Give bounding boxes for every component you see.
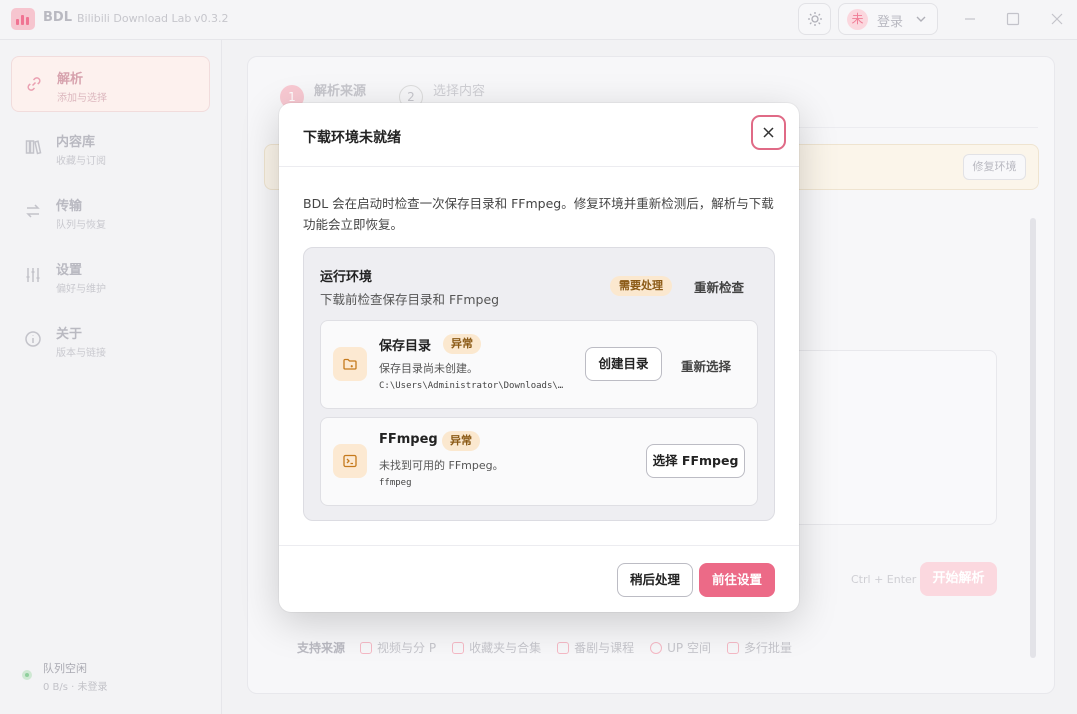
transfer-icon xyxy=(26,204,40,218)
dialog-close-button[interactable] xyxy=(751,115,786,150)
sidebar-item-library[interactable]: 内容库 收藏与订阅 xyxy=(11,120,210,176)
sidebar-item-title: 设置 xyxy=(56,263,83,278)
dialog-title: 下载环境未就绪 xyxy=(303,130,401,146)
sidebar-item-subtitle: 收藏与订阅 xyxy=(56,156,106,167)
env-panel-subtitle: 下载前检查保存目录和 FFmpeg xyxy=(320,292,500,307)
app-name: BDL xyxy=(43,10,72,25)
source-item-bangumi: 番剧与课程 xyxy=(557,639,634,656)
item-path: ffmpeg xyxy=(379,478,412,488)
item-title: 保存目录 xyxy=(379,339,432,354)
save-directory-item: 保存目录 异常 保存目录尚未创建。 C:\Users\Administrator… xyxy=(320,320,758,409)
env-panel-title: 运行环境 xyxy=(320,270,373,285)
sliders-icon xyxy=(26,268,40,282)
sun-icon xyxy=(808,12,822,26)
bookmark-icon xyxy=(452,641,465,654)
source-item-favorites: 收藏夹与合集 xyxy=(452,639,541,656)
item-icon-box xyxy=(333,347,367,381)
reselect-directory-button[interactable]: 重新选择 xyxy=(681,356,731,375)
ffmpeg-item: FFmpeg 异常 未找到可用的 FFmpeg。 ffmpeg 选择 FFmpe… xyxy=(320,417,758,506)
app-full-name: Bilibili Download Lab xyxy=(77,12,192,25)
sources-lead-label: 支持来源 xyxy=(297,641,346,655)
sidebar-item-title: 解析 xyxy=(57,72,84,87)
select-ffmpeg-button[interactable]: 选择 FFmpeg xyxy=(646,444,745,478)
list-icon xyxy=(726,641,739,654)
dialog-description: BDL 会在启动时检查一次保存目录和 FFmpeg。修复环境并重新检测后，解析与… xyxy=(303,196,774,232)
divider xyxy=(279,545,799,546)
environment-not-ready-dialog: 下载环境未就绪 BDL 会在启动时检查一次保存目录和 FFmpeg。修复环境并重… xyxy=(279,103,799,612)
library-icon xyxy=(25,140,42,155)
handle-later-button[interactable]: 稍后处理 xyxy=(617,563,693,597)
needs-action-badge: 需要处理 xyxy=(610,276,672,296)
create-directory-button[interactable]: 创建目录 xyxy=(585,347,662,381)
step-1-label: 解析来源 xyxy=(314,84,367,99)
item-path: C:\Users\Administrator\Downloads\… xyxy=(379,381,564,391)
sidebar-item-subtitle: 添加与选择 xyxy=(57,93,107,104)
folder-icon xyxy=(343,358,357,370)
source-label: 视频与分 P xyxy=(377,641,437,655)
app-version: v0.3.2 xyxy=(194,12,229,25)
sidebar: 解析 添加与选择 内容库 收藏与订阅 传输 队列与恢复 设置 偏好与维护 关于 … xyxy=(0,40,222,714)
shortcut-hint: Ctrl + Enter xyxy=(851,573,917,586)
item-description: 保存目录尚未创建。 xyxy=(379,362,478,375)
source-item-batch: 多行批量 xyxy=(726,639,792,656)
supported-sources: 支持来源 视频与分 P 收藏夹与合集 番剧与课程 UP 空间 多行批量 xyxy=(297,639,808,656)
close-window-icon[interactable] xyxy=(1046,8,1068,30)
queue-status-title: 队列空闲 xyxy=(43,662,87,675)
item-icon-box xyxy=(333,444,367,478)
source-item-up-space: UP 空间 xyxy=(650,639,711,656)
runtime-environment-panel: 运行环境 下载前检查保存目录和 FFmpeg 需要处理 重新检查 保存目录 异常… xyxy=(303,247,775,521)
queue-status-subtitle: 0 B/s · 未登录 xyxy=(43,682,108,693)
theme-toggle-button[interactable] xyxy=(798,3,831,35)
avatar: 未 xyxy=(847,9,868,30)
sidebar-item-title: 关于 xyxy=(56,327,83,342)
video-icon xyxy=(360,641,373,654)
sidebar-item-subtitle: 队列与恢复 xyxy=(56,220,106,231)
sidebar-item-about[interactable]: 关于 版本与链接 xyxy=(11,312,210,368)
go-to-settings-button[interactable]: 前往设置 xyxy=(699,563,775,597)
title-bar: BDL Bilibili Download Lab v0.3.2 未 登录 xyxy=(0,0,1077,40)
repair-environment-button[interactable]: 修复环境 xyxy=(963,154,1026,180)
sidebar-item-title: 内容库 xyxy=(56,135,96,150)
sidebar-item-parse[interactable]: 解析 添加与选择 xyxy=(11,56,210,112)
item-title: FFmpeg xyxy=(379,432,438,447)
sidebar-item-transfer[interactable]: 传输 队列与恢复 xyxy=(11,184,210,240)
start-parse-button[interactable]: 开始解析 xyxy=(920,562,997,596)
source-label: 番剧与课程 xyxy=(574,641,635,655)
link-icon xyxy=(27,77,41,91)
queue-status-icon xyxy=(22,670,32,680)
sidebar-item-subtitle: 偏好与维护 xyxy=(56,284,106,295)
step-2-label: 选择内容 xyxy=(433,84,486,99)
link-input-area[interactable] xyxy=(778,350,997,525)
source-item-video: 视频与分 P xyxy=(360,639,436,656)
close-icon xyxy=(763,127,774,138)
divider xyxy=(279,166,799,167)
source-label: UP 空间 xyxy=(667,641,711,655)
scrollbar-thumb[interactable] xyxy=(1030,218,1036,658)
item-description: 未找到可用的 FFmpeg。 xyxy=(379,459,504,472)
sidebar-item-settings[interactable]: 设置 偏好与维护 xyxy=(11,248,210,304)
login-button[interactable]: 未 登录 xyxy=(838,3,938,35)
user-icon xyxy=(650,641,663,654)
source-label: 收藏夹与合集 xyxy=(469,641,542,655)
maximize-icon[interactable] xyxy=(1002,8,1024,30)
scrollbar[interactable] xyxy=(1029,212,1037,672)
sidebar-item-subtitle: 版本与链接 xyxy=(56,348,106,359)
tv-icon xyxy=(557,641,570,654)
info-icon xyxy=(25,331,41,347)
app-logo-icon xyxy=(11,8,35,30)
login-label: 登录 xyxy=(877,15,904,30)
source-label: 多行批量 xyxy=(743,641,792,655)
terminal-icon xyxy=(343,454,357,468)
recheck-button[interactable]: 重新检查 xyxy=(694,277,744,296)
abnormal-badge: 异常 xyxy=(442,431,480,451)
sidebar-item-title: 传输 xyxy=(56,199,83,214)
minimize-icon[interactable] xyxy=(959,8,981,30)
abnormal-badge: 异常 xyxy=(443,334,481,354)
chevron-down-icon xyxy=(916,16,926,22)
